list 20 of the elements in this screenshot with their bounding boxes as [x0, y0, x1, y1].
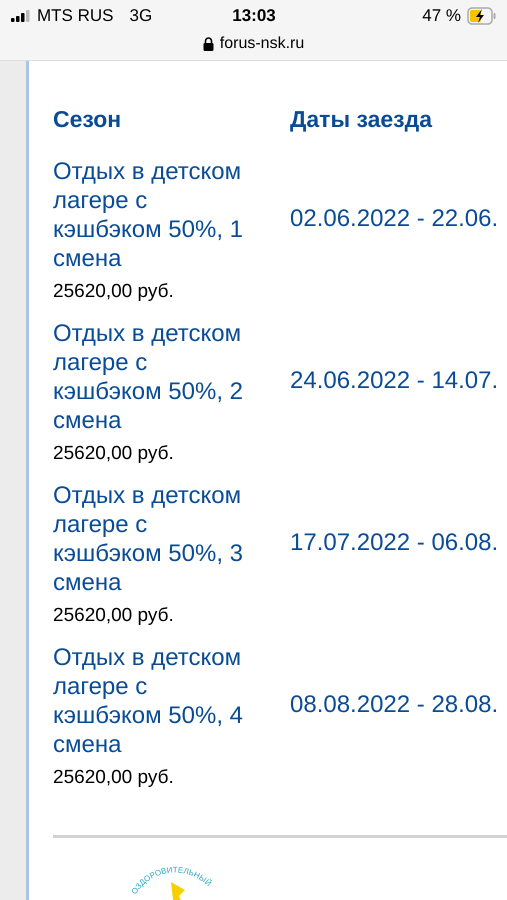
url-text[interactable]: forus-nsk.ru [220, 35, 304, 53]
season-link[interactable]: Отдых в детском лагере с кэшбэком 50%, 2 смена [53, 319, 253, 435]
season-link[interactable]: Отдых в детском лагере с кэшбэком 50%, 3 смена [53, 481, 253, 597]
price-text: 25620,00 руб. [53, 443, 175, 465]
dates-text: 02.06.2022 - 22.06. [290, 205, 498, 233]
column-header: Даты заезда [290, 106, 432, 132]
network-type: 3G [130, 6, 152, 26]
battery-percent: 47 % [422, 6, 461, 26]
clock-time: 13:03 [232, 6, 276, 26]
signal-icon [11, 10, 31, 22]
price-text: 25620,00 руб. [53, 281, 175, 303]
column-header: Сезон [53, 106, 122, 132]
price-text: 25620,00 руб. [53, 605, 175, 627]
dates-text: 17.07.2022 - 06.08. [290, 529, 498, 557]
price-text: 25620,00 руб. [53, 767, 175, 789]
carrier-name: MTS RUS [37, 6, 114, 26]
dates-text: 08.08.2022 - 28.08. [290, 691, 498, 719]
dates-text: 24.06.2022 - 14.07. [290, 367, 498, 395]
season-link[interactable]: Отдых в детском лагере с кэшбэком 50%, 4 смена [53, 643, 253, 759]
season-link[interactable]: Отдых в детском лагере с кэшбэком 50%, 1 смена [53, 157, 253, 273]
